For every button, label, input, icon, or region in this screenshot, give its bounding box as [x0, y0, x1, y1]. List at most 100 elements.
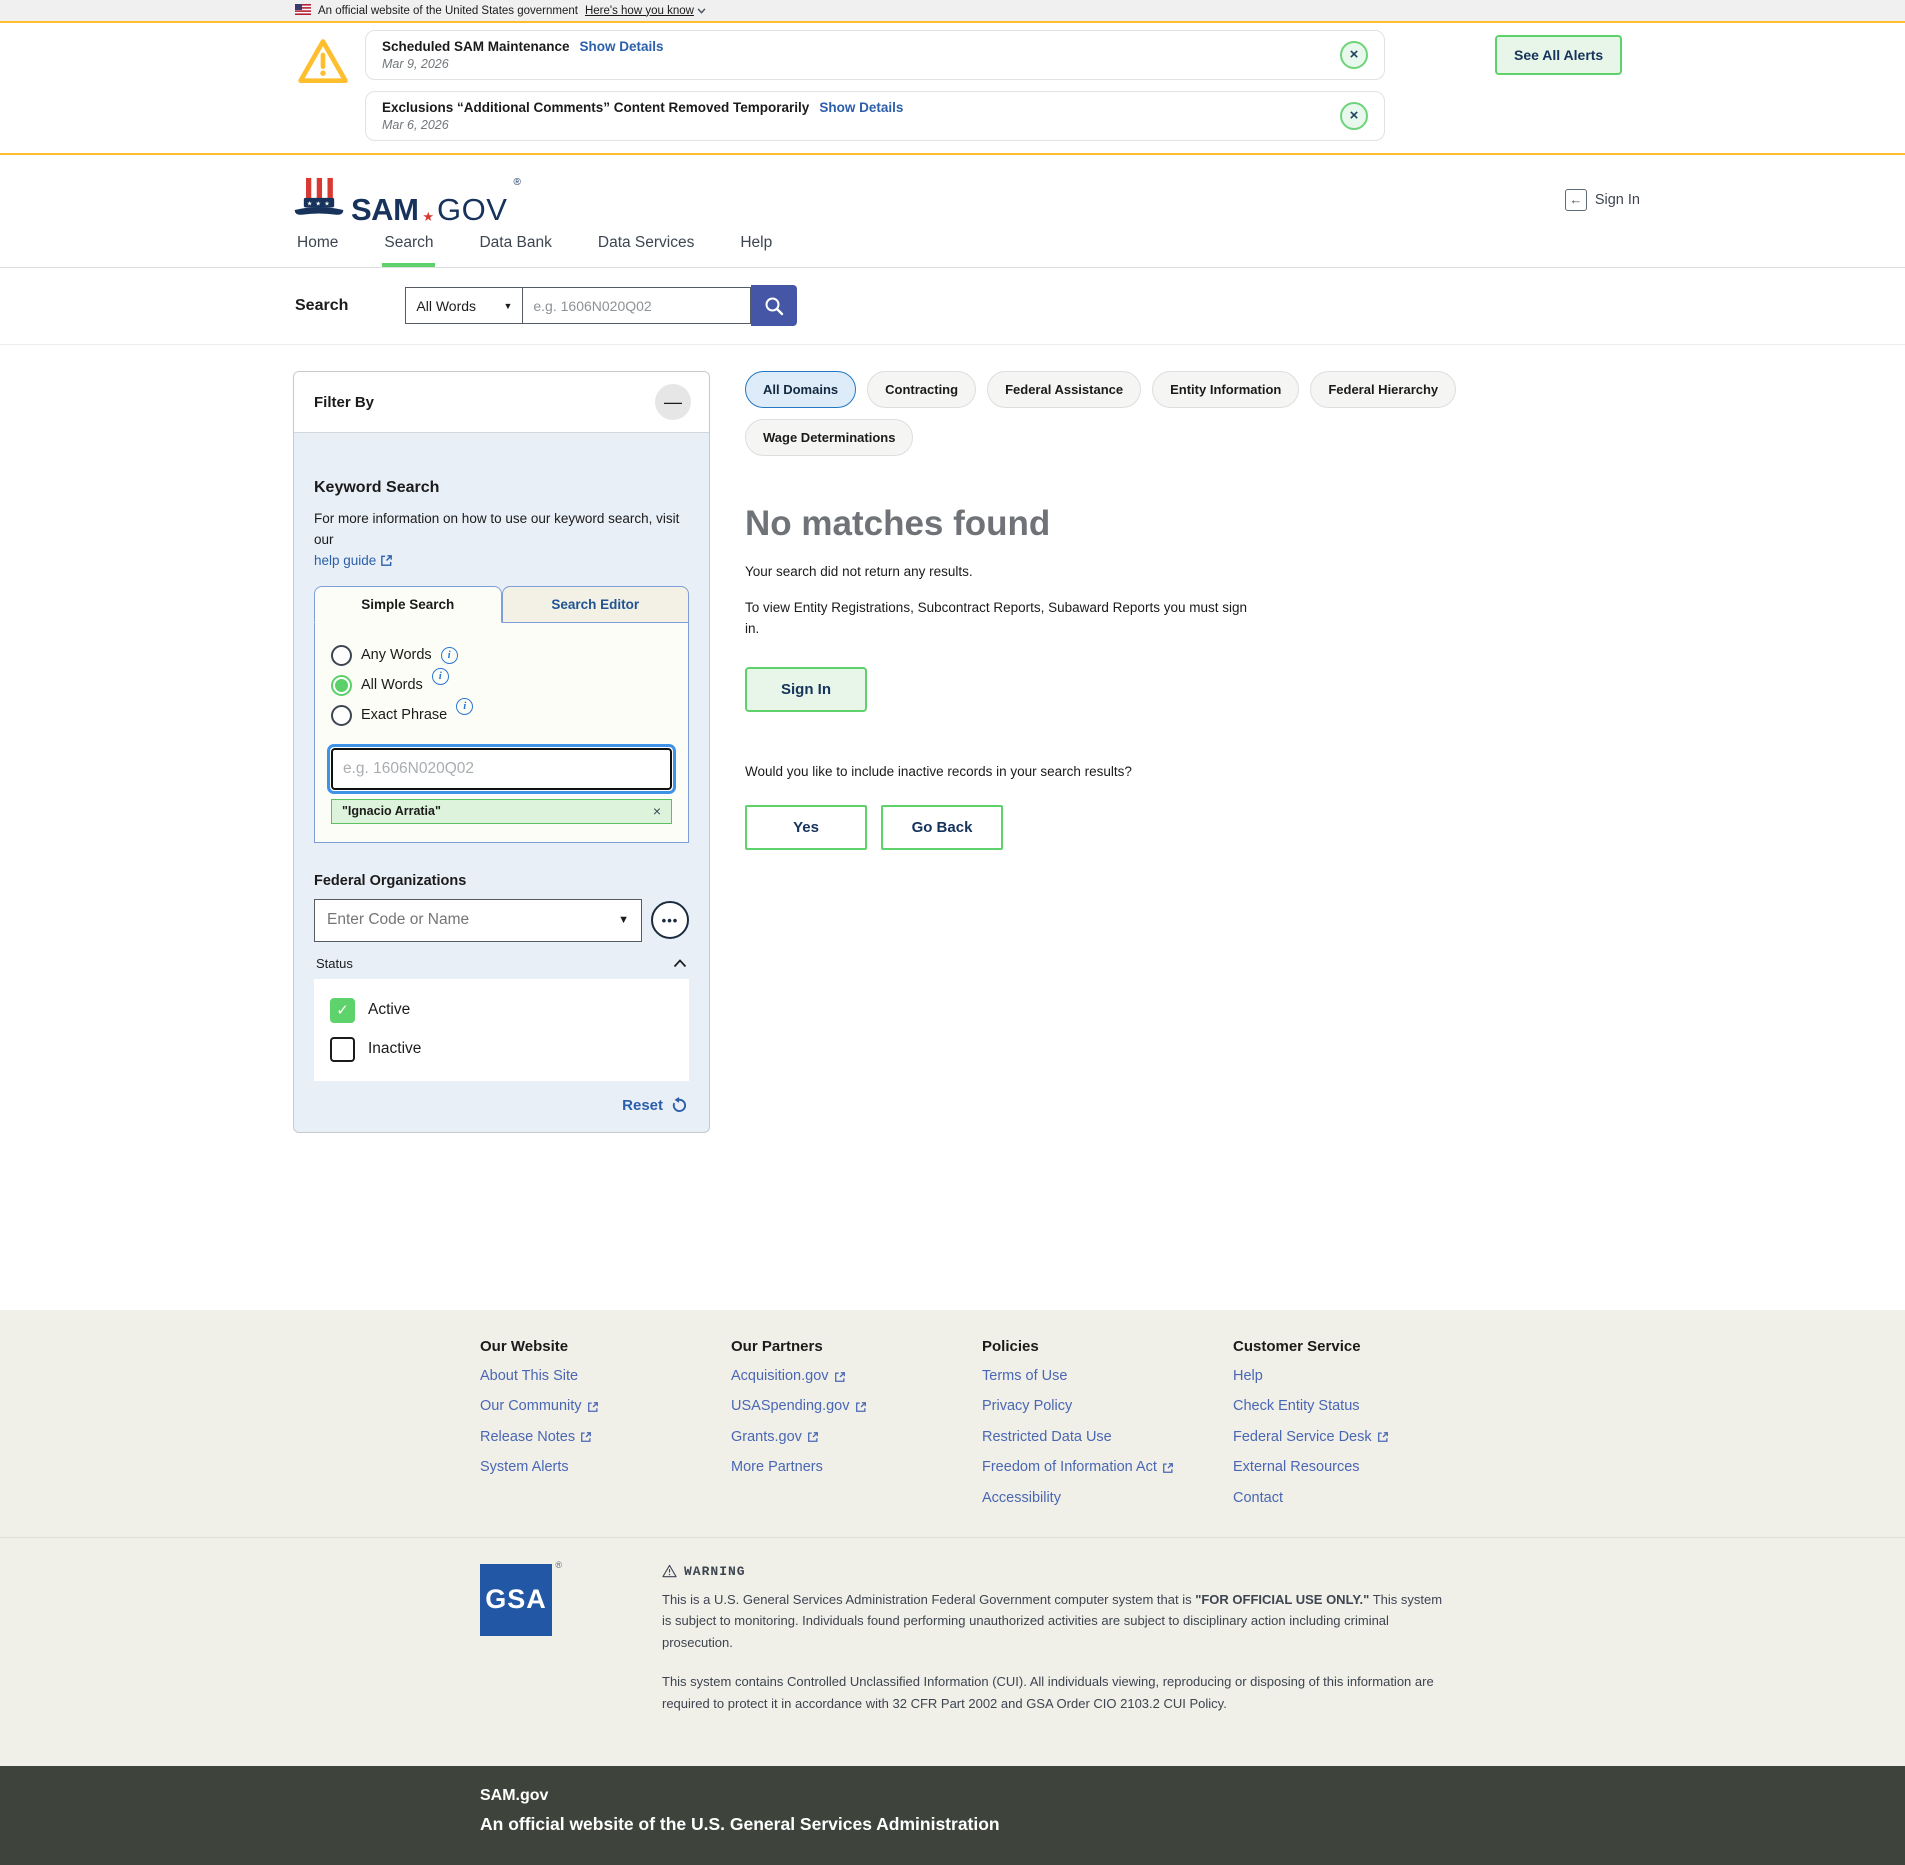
alert-close-button[interactable]: × [1340, 102, 1368, 130]
tab-simple-search[interactable]: Simple Search [314, 586, 502, 623]
tab-search-editor[interactable]: Search Editor [502, 586, 690, 623]
footer-link-grants-gov[interactable]: Grants.gov [731, 1429, 982, 1446]
radio-exact-phrase[interactable] [331, 705, 352, 726]
footer-link-about-this-site[interactable]: About This Site [480, 1368, 731, 1385]
footer-link-terms-of-use[interactable]: Terms of Use [982, 1368, 1233, 1385]
search-mode-select[interactable]: All Words ▼ [405, 287, 523, 324]
radio-label-exact-phrase: Exact Phrase [361, 707, 447, 723]
sam-gov-logo[interactable]: ★ ★ ★ SAM★GOV® [293, 175, 521, 224]
keyword-info-text: For more information on how to use our k… [314, 509, 689, 551]
alert-close-button[interactable]: × [1340, 41, 1368, 69]
heres-how-you-know-link[interactable]: Here's how you know [585, 5, 706, 17]
top-search-input[interactable] [523, 287, 751, 324]
footer-link-privacy-policy[interactable]: Privacy Policy [982, 1398, 1233, 1415]
logo-registered-mark: ® [513, 177, 520, 188]
header-sign-in-link[interactable]: ← Sign In [1565, 189, 1640, 211]
show-details-link[interactable]: Show Details [819, 100, 903, 115]
status-section-toggle[interactable]: Status [316, 956, 687, 971]
footer-link-usaspending-gov[interactable]: USASpending.gov [731, 1398, 982, 1415]
svg-text:★: ★ [324, 201, 330, 208]
warning-title: WARNING [662, 1564, 1452, 1579]
footer-link-system-alerts[interactable]: System Alerts [480, 1459, 731, 1476]
radio-all-words[interactable] [331, 675, 352, 696]
show-details-link[interactable]: Show Details [580, 39, 664, 54]
radio-any-words[interactable] [331, 645, 352, 666]
footer-col-heading: Customer Service [1233, 1338, 1484, 1355]
see-all-alerts-button[interactable]: See All Alerts [1495, 35, 1622, 75]
federal-organizations-select[interactable]: Enter Code or Name ▼ [314, 899, 642, 942]
keyword-search-input[interactable] [331, 748, 672, 790]
checkbox-label-active: Active [368, 1001, 410, 1019]
status-label: Status [316, 956, 353, 971]
footer-link-foia[interactable]: Freedom of Information Act [982, 1459, 1233, 1476]
pill-contracting[interactable]: Contracting [867, 371, 976, 408]
external-link-icon [587, 1401, 599, 1413]
caret-down-icon: ▼ [503, 301, 512, 311]
info-icon[interactable]: i [432, 668, 449, 685]
footer-link-external-resources[interactable]: External Resources [1233, 1459, 1484, 1476]
footer-link-release-notes[interactable]: Release Notes [480, 1429, 731, 1446]
more-options-button[interactable]: ••• [651, 901, 689, 939]
keyword-search-heading: Keyword Search [314, 479, 689, 497]
us-flag-icon [295, 4, 311, 18]
external-link-icon [855, 1401, 867, 1413]
external-link-icon [834, 1371, 846, 1383]
reset-filters-link[interactable]: Reset [622, 1097, 663, 1114]
radio-label-any-words: Any Words [361, 647, 432, 663]
footer-link-check-entity-status[interactable]: Check Entity Status [1233, 1398, 1484, 1415]
pill-all-domains[interactable]: All Domains [745, 371, 856, 408]
pill-wage-determinations[interactable]: Wage Determinations [745, 419, 913, 456]
footer-link-help[interactable]: Help [1233, 1368, 1484, 1385]
info-icon[interactable]: i [456, 698, 473, 715]
help-guide-link[interactable]: help guide [314, 553, 393, 568]
nav-item-data-bank[interactable]: Data Bank [477, 228, 553, 267]
pill-federal-assistance[interactable]: Federal Assistance [987, 371, 1141, 408]
logo-text-gov: GOV [437, 196, 507, 224]
footer-link-more-partners[interactable]: More Partners [731, 1459, 982, 1476]
chip-remove-icon[interactable]: × [653, 803, 661, 819]
sign-in-button[interactable]: Sign In [745, 667, 867, 712]
checkbox-inactive[interactable] [330, 1037, 355, 1062]
warning-small-icon [662, 1564, 677, 1578]
gov-banner-text: An official website of the United States… [318, 5, 578, 17]
alert-title: Scheduled SAM Maintenance [382, 39, 570, 54]
sign-in-required-text: To view Entity Registrations, Subcontrac… [745, 598, 1250, 639]
radio-label-all-words: All Words [361, 677, 423, 693]
alert-list: Scheduled SAM Maintenance Show Details M… [365, 30, 1385, 141]
logo-text-sam: SAM [351, 196, 418, 224]
footer-link-restricted-data-use[interactable]: Restricted Data Use [982, 1429, 1233, 1446]
footer-link-accessibility[interactable]: Accessibility [982, 1490, 1233, 1507]
footer-link-federal-service-desk[interactable]: Federal Service Desk [1233, 1429, 1484, 1446]
warning-paragraph-1: This is a U.S. General Services Administ… [662, 1589, 1452, 1653]
warning-paragraph-2: This system contains Controlled Unclassi… [662, 1671, 1452, 1714]
nav-item-search[interactable]: Search [382, 228, 435, 267]
pill-federal-hierarchy[interactable]: Federal Hierarchy [1310, 371, 1456, 408]
footer-link-our-community[interactable]: Our Community [480, 1398, 731, 1415]
alerts-section: Scheduled SAM Maintenance Show Details M… [0, 21, 1905, 155]
yes-button[interactable]: Yes [745, 805, 867, 850]
search-submit-button[interactable] [751, 285, 797, 326]
nav-item-data-services[interactable]: Data Services [596, 228, 696, 267]
footer-col-heading: Our Partners [731, 1338, 982, 1355]
footer-official-text: An official website of the U.S. General … [480, 1814, 1905, 1835]
no-matches-heading: No matches found [745, 504, 1585, 544]
svg-text:★: ★ [316, 201, 322, 208]
footer-link-contact[interactable]: Contact [1233, 1490, 1484, 1507]
checkbox-active[interactable]: ✓ [330, 998, 355, 1023]
footer-site-name: SAM.gov [480, 1787, 1905, 1805]
federal-organizations-heading: Federal Organizations [314, 873, 689, 889]
search-icon [763, 295, 785, 317]
collapse-filters-button[interactable]: — [655, 384, 691, 420]
info-icon[interactable]: i [441, 647, 458, 664]
nav-item-help[interactable]: Help [738, 228, 774, 267]
alert-date: Mar 6, 2026 [382, 118, 1324, 132]
go-back-button[interactable]: Go Back [881, 805, 1003, 850]
nav-item-home[interactable]: Home [295, 228, 340, 267]
pill-entity-information[interactable]: Entity Information [1152, 371, 1299, 408]
caret-down-icon: ▼ [618, 914, 629, 926]
filter-panel: Filter By — Keyword Search For more info… [293, 371, 710, 1133]
footer-link-acquisition-gov[interactable]: Acquisition.gov [731, 1368, 982, 1385]
footer-col-heading: Our Website [480, 1338, 731, 1355]
gsa-warning-section: GSA ® WARNING This is a U.S. General Ser… [0, 1537, 1905, 1766]
dark-footer: SAM.gov An official website of the U.S. … [0, 1766, 1905, 1865]
